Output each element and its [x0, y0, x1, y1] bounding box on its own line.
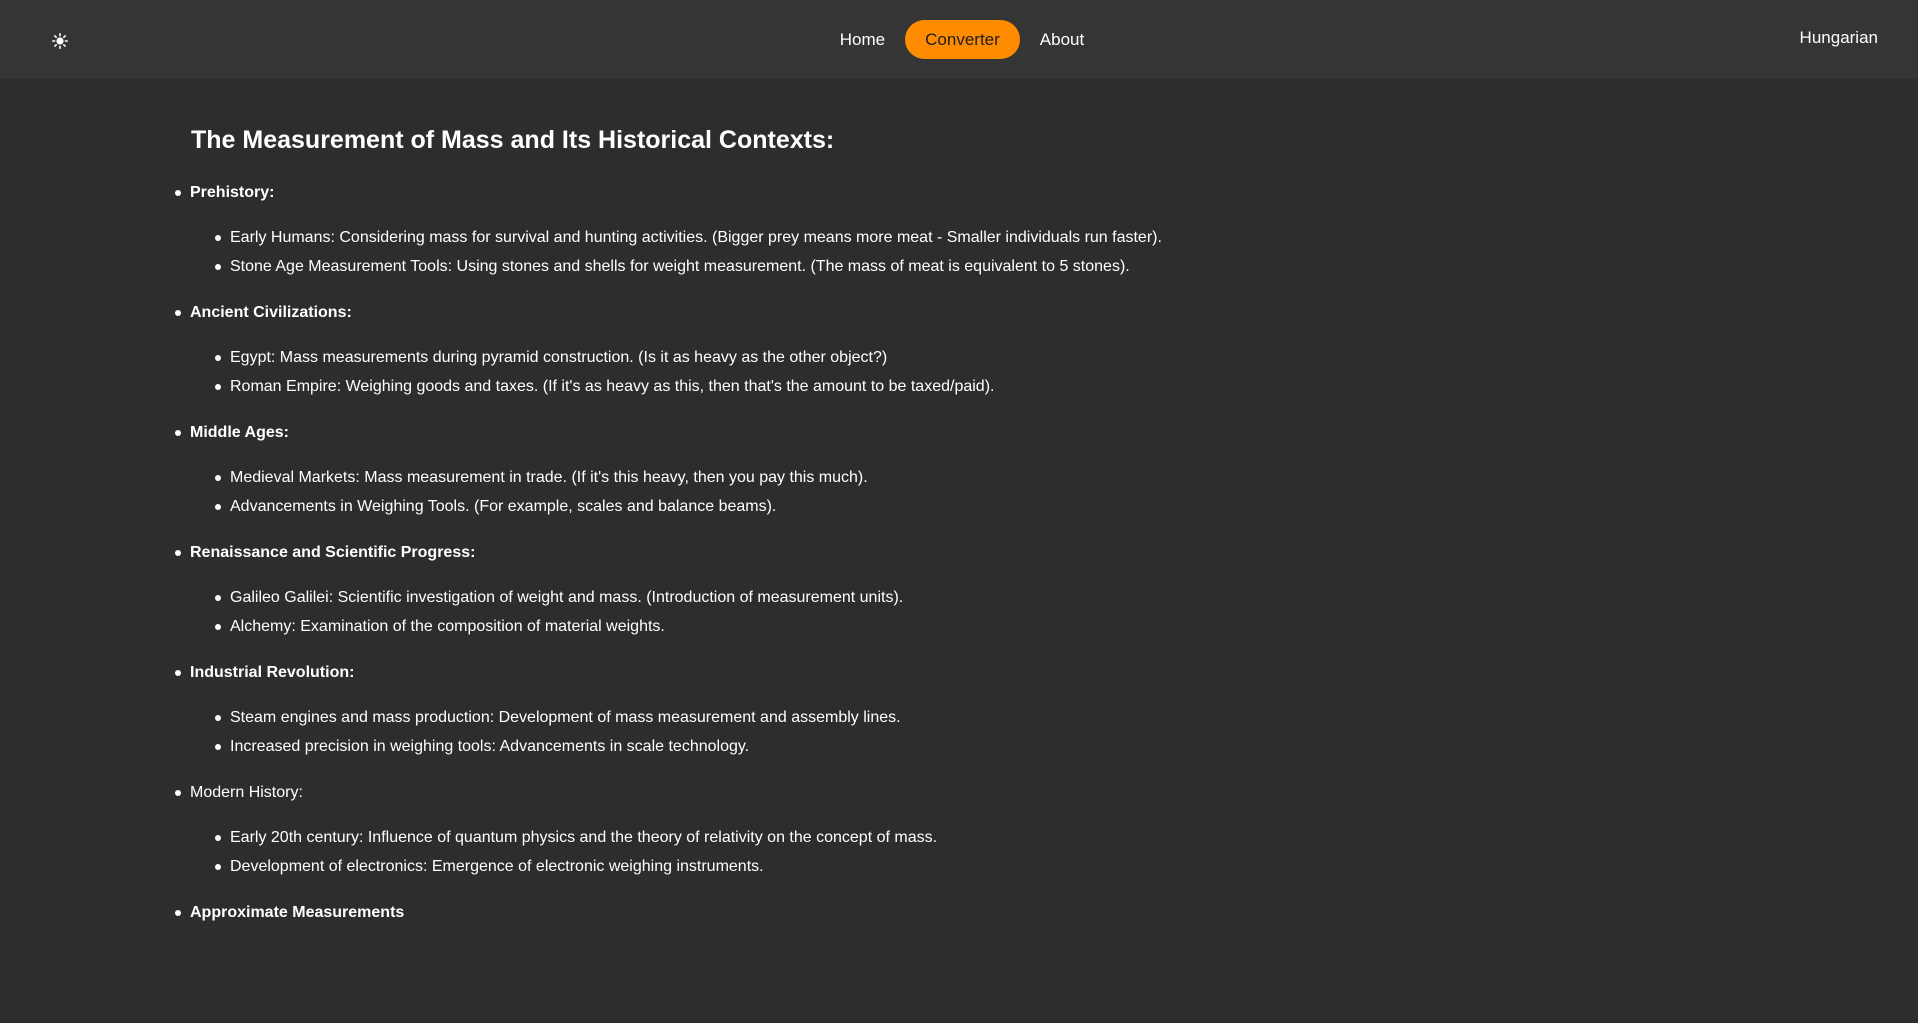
section-heading: Middle Ages: [175, 423, 289, 443]
bullet-icon [215, 744, 221, 750]
history-section: Modern History: Early 20th century: Influ… [0, 783, 1600, 903]
bullet-icon [215, 624, 221, 630]
page-title: The Measurement of Mass and Its Historic… [191, 126, 835, 154]
section-heading-text: Prehistory: [190, 184, 275, 201]
list-item-text: Galileo Galilei: Scientific investigatio… [230, 589, 904, 606]
history-section: Prehistory: Early Humans: Considering mas… [0, 183, 1600, 303]
list-item-text: Roman Empire: Weighing goods and taxes. … [230, 378, 995, 395]
bullet-icon [215, 475, 221, 481]
bullet-icon [215, 715, 221, 721]
bullet-icon [215, 835, 221, 841]
section-heading: Approximate Measurements [175, 903, 404, 923]
bullet-icon [215, 264, 221, 270]
section-heading-text: Renaissance and Scientific Progress: [190, 544, 476, 561]
top-navbar: Home Converter About Hungarian [0, 0, 1918, 79]
bullet-icon [175, 790, 181, 796]
list-item-text: Egypt: Mass measurements during pyramid … [230, 349, 888, 366]
history-sections: Prehistory: Early Humans: Considering mas… [0, 183, 1600, 1023]
bullet-icon [215, 595, 221, 601]
bullet-icon [215, 235, 221, 241]
main-nav: Home Converter About [0, 20, 1918, 59]
section-heading-text: Modern History: [190, 784, 303, 801]
bullet-icon [215, 355, 221, 361]
list-item-text: Increased precision in weighing tools: A… [230, 738, 750, 755]
list-item-text: Stone Age Measurement Tools: Using stone… [230, 258, 1130, 275]
section-heading: Modern History: [175, 783, 303, 803]
list-item-text: Development of electronics: Emergence of… [230, 858, 764, 875]
nav-item-converter[interactable]: Converter [905, 20, 1020, 59]
section-heading: Industrial Revolution: [175, 663, 354, 683]
bullet-icon [175, 550, 181, 556]
bullet-icon [215, 864, 221, 870]
history-section: Ancient Civilizations: Egypt: Mass measur… [0, 303, 1600, 423]
bullet-icon [215, 504, 221, 510]
nav-item-about[interactable]: About [1020, 20, 1104, 59]
section-heading-text: Industrial Revolution: [190, 664, 355, 681]
theme-toggle-button[interactable] [48, 29, 72, 53]
list-item-text: Advancements in Weighing Tools. (For exa… [230, 498, 777, 515]
list-item-text: Alchemy: Examination of the composition … [230, 618, 665, 635]
bullet-icon [175, 670, 181, 676]
bullet-icon [215, 384, 221, 390]
section-heading: Ancient Civilizations: [175, 303, 352, 323]
section-heading: Prehistory: [175, 183, 274, 203]
nav-links: Home Converter About [820, 20, 1104, 59]
section-heading: Renaissance and Scientific Progress: [175, 543, 475, 563]
bullet-icon [175, 430, 181, 436]
section-heading-text: Approximate Measurements [190, 904, 405, 921]
sun-icon [52, 33, 68, 49]
language-selector[interactable]: Hungarian [1800, 28, 1878, 48]
list-item-text: Steam engines and mass production: Devel… [230, 709, 901, 726]
history-section: Middle Ages: Medieval Markets: Mass measu… [0, 423, 1600, 543]
nav-item-home[interactable]: Home [820, 20, 905, 59]
list-item-text: Early 20th century: Influence of quantum… [230, 829, 938, 846]
section-heading-text: Ancient Civilizations: [190, 304, 352, 321]
list-item-text: Early Humans: Considering mass for survi… [230, 229, 1162, 246]
history-section: Industrial Revolution: Steam engines and … [0, 663, 1600, 783]
history-section: Renaissance and Scientific Progress: Gali… [0, 543, 1600, 663]
bullet-icon [175, 910, 181, 916]
bullet-icon [175, 190, 181, 196]
section-heading-text: Middle Ages: [190, 424, 289, 441]
list-item-text: Medieval Markets: Mass measurement in tr… [230, 469, 868, 486]
bullet-icon [175, 310, 181, 316]
history-section: Approximate Measurements [0, 903, 1600, 1023]
